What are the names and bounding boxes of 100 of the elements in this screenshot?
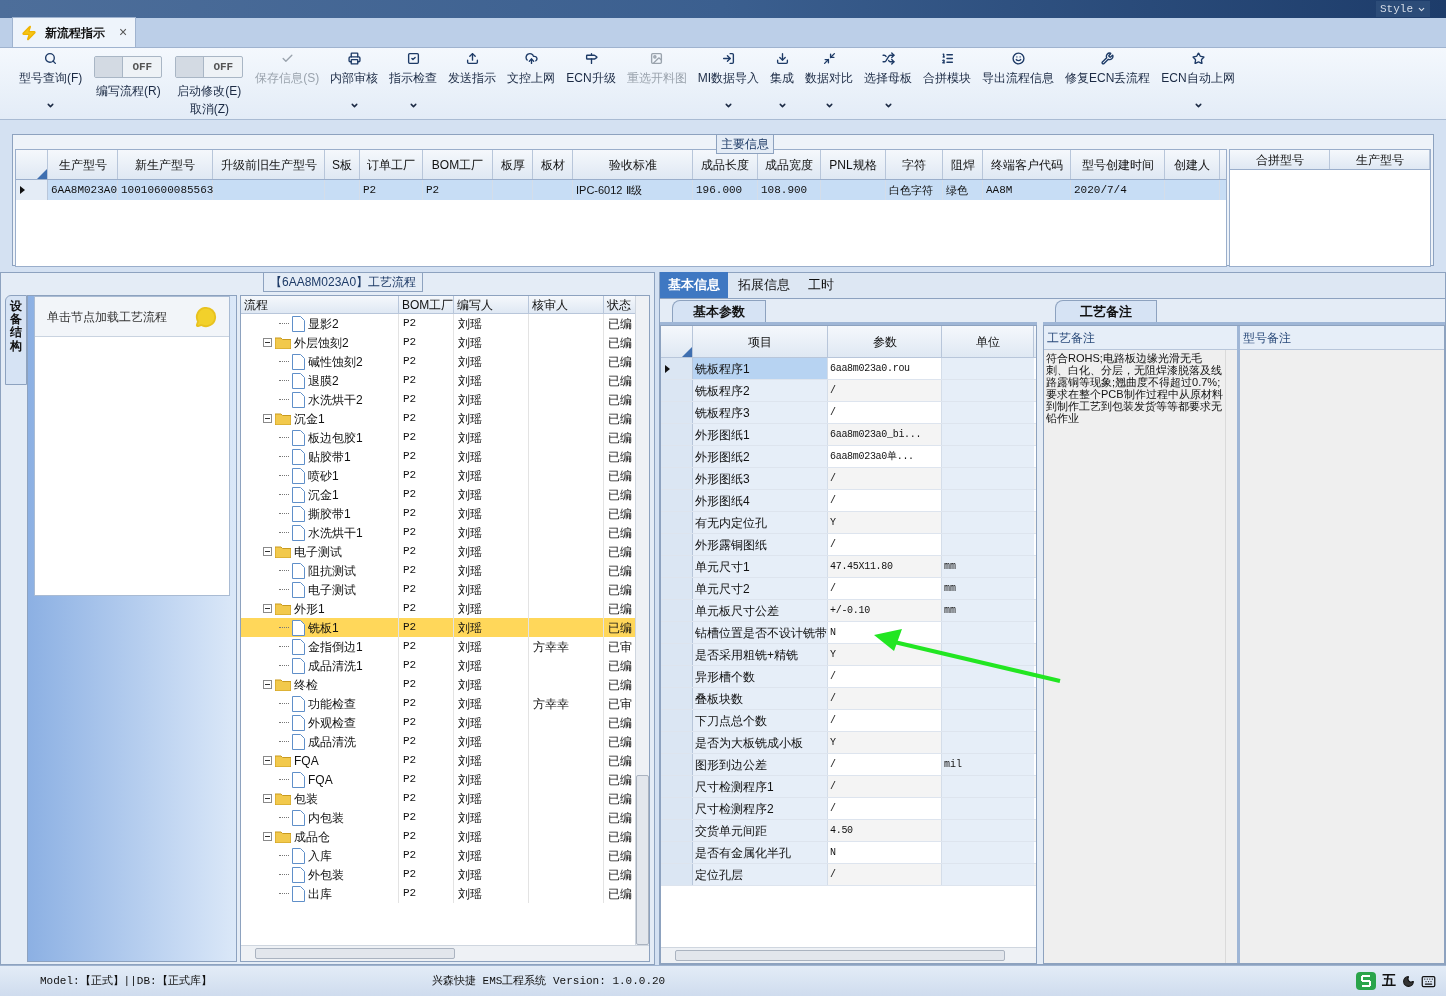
column-header[interactable]: 参数 bbox=[828, 326, 942, 357]
table-cell-text: 刘瑶 bbox=[458, 695, 482, 713]
toolbar-button[interactable]: 内部审核 bbox=[325, 48, 384, 116]
column-header[interactable]: 板材 bbox=[533, 150, 573, 179]
table-cell-text: 已编 bbox=[608, 353, 632, 371]
tree-row[interactable]: 铣板1 P2 刘瑶 已编 bbox=[241, 618, 636, 637]
keyboard-icon[interactable] bbox=[1421, 973, 1436, 989]
column-header[interactable]: 生产型号 bbox=[1330, 150, 1430, 169]
file-icon bbox=[292, 714, 305, 731]
table-row[interactable]: 6AA8M023A0 10010600085563 P2 P2 IPC-6012 Ⅱ级 196.000 108.900 白色字符 绿色 AA8M 2020/7/4 bbox=[16, 180, 1226, 200]
column-header[interactable]: 生产型号 bbox=[48, 150, 118, 179]
param-row[interactable]: 外形图纸3 / bbox=[661, 468, 1036, 490]
column-header[interactable]: 成品宽度 bbox=[758, 150, 821, 179]
table-cell-text: P2 bbox=[403, 544, 417, 560]
toolbar-button[interactable]: ECN升级 bbox=[561, 48, 621, 116]
column-header[interactable]: 终端客户代码 bbox=[983, 150, 1071, 179]
ime-mode[interactable]: 五 bbox=[1382, 970, 1396, 992]
column-header[interactable]: 阻焊 bbox=[943, 150, 983, 179]
column-header[interactable]: 创建人 bbox=[1165, 150, 1220, 179]
param-row[interactable]: 单元尺寸1 47.45X11.80 mm bbox=[661, 556, 1036, 578]
column-header[interactable]: 新生产型号 bbox=[118, 150, 213, 179]
param-row[interactable]: 外形图纸2 6aa8m023a0单... bbox=[661, 446, 1036, 468]
cancel-label[interactable]: 取消(Z) bbox=[189, 100, 229, 118]
folder-icon bbox=[275, 830, 291, 843]
param-row[interactable]: 异形槽个数 / bbox=[661, 666, 1036, 688]
param-row[interactable]: 钻槽位置是否不设计铣带 N bbox=[661, 622, 1036, 644]
param-row[interactable]: 图形到边公差 / mil bbox=[661, 754, 1036, 776]
column-header[interactable]: BOM工厂 bbox=[399, 296, 454, 313]
params-tab[interactable]: 基本参数 bbox=[672, 300, 766, 322]
param-row[interactable]: 交货单元间距 4.50 bbox=[661, 820, 1036, 842]
toolbar-button[interactable]: 数据对比 bbox=[800, 48, 858, 116]
toggle-switch[interactable]: OFF bbox=[94, 56, 163, 78]
column-header[interactable]: 单位 bbox=[942, 326, 1034, 357]
param-row[interactable]: 是否采用粗铣+精铣 Y bbox=[661, 644, 1036, 666]
param-name: 定位孔层 bbox=[695, 866, 743, 884]
horizontal-scrollbar[interactable] bbox=[661, 947, 1036, 963]
vertical-scrollbar[interactable] bbox=[635, 296, 649, 945]
detail-tab[interactable]: 工时 bbox=[800, 272, 842, 298]
param-row[interactable]: 单元尺寸2 / mm bbox=[661, 578, 1036, 600]
param-row[interactable]: 有无内定位孔 Y bbox=[661, 512, 1036, 534]
column-header[interactable]: BOM工厂 bbox=[423, 150, 493, 179]
param-row[interactable]: 铣板程序3 / bbox=[661, 402, 1036, 424]
toolbar-button[interactable]: 发送指示 bbox=[443, 48, 502, 116]
remarks-tab[interactable]: 工艺备注 bbox=[1055, 300, 1157, 322]
toolbar-button[interactable]: ECN自动上网 bbox=[1156, 48, 1240, 116]
column-header[interactable]: 板厚 bbox=[493, 150, 533, 179]
toggle-switch[interactable]: OFF bbox=[175, 56, 244, 78]
column-header[interactable]: 流程 bbox=[241, 296, 399, 313]
column-header[interactable]: PNL规格 bbox=[821, 150, 886, 179]
toolbar-icon bbox=[650, 52, 664, 65]
style-menu[interactable]: Style bbox=[1376, 0, 1430, 18]
table-cell-text: 刘瑶 bbox=[458, 448, 482, 466]
param-row[interactable]: 尺寸检测程序2 / bbox=[661, 798, 1036, 820]
param-row[interactable]: 铣板程序1 6aa8m023a0.rou bbox=[661, 358, 1036, 380]
side-tab[interactable]: 设备结构 bbox=[5, 295, 27, 385]
toolbar-button[interactable]: 选择母板 bbox=[859, 48, 917, 116]
column-header[interactable]: 编写人 bbox=[454, 296, 529, 313]
table-cell-text: 刘瑶 bbox=[458, 486, 482, 504]
column-header[interactable]: 验收标准 bbox=[573, 150, 693, 179]
param-row[interactable]: 是否有金属化半孔 N bbox=[661, 842, 1036, 864]
param-unit: mm bbox=[944, 604, 956, 618]
column-header[interactable]: 订单工厂 bbox=[360, 150, 423, 179]
param-row[interactable]: 铣板程序2 / bbox=[661, 380, 1036, 402]
param-value: / bbox=[830, 538, 836, 552]
toolbar-icon bbox=[44, 52, 58, 65]
table-cell-text: P2 bbox=[403, 487, 417, 503]
param-row[interactable]: 下刀点总个数 / bbox=[661, 710, 1036, 732]
horizontal-scrollbar[interactable] bbox=[241, 945, 649, 961]
toolbar-button[interactable]: 修复ECN丢流程 bbox=[1060, 48, 1156, 116]
column-header[interactable]: 成品长度 bbox=[693, 150, 758, 179]
column-header[interactable]: 核审人 bbox=[529, 296, 604, 313]
document-tab[interactable]: 新流程指示 × bbox=[12, 17, 137, 47]
moon-icon[interactable] bbox=[1402, 974, 1415, 988]
param-row[interactable]: 定位孔层 / bbox=[661, 864, 1036, 886]
param-row[interactable]: 外形图纸1 6aa8m023a0_bi... bbox=[661, 424, 1036, 446]
column-header[interactable]: S板 bbox=[325, 150, 360, 179]
toolbar-button[interactable]: 合拼模块 bbox=[918, 48, 976, 116]
param-name: 异形槽个数 bbox=[695, 668, 755, 686]
table-cell-text: 已编 bbox=[608, 771, 632, 789]
toolbar-button[interactable]: MI数据导入 bbox=[692, 48, 764, 116]
table-cell-text: 已编 bbox=[608, 866, 632, 884]
param-row[interactable]: 是否为大板铣成小板 Y bbox=[661, 732, 1036, 754]
toolbar-button[interactable]: 集成 bbox=[765, 48, 799, 116]
param-row[interactable]: 单元板尺寸公差 +/-0.10 mm bbox=[661, 600, 1036, 622]
param-row[interactable]: 外形露铜图纸 / bbox=[661, 534, 1036, 556]
toolbar-button[interactable]: 文控上网 bbox=[502, 48, 561, 116]
toolbar-button[interactable]: 指示检查 bbox=[384, 48, 443, 116]
column-header[interactable]: 字符 bbox=[886, 150, 943, 179]
toolbar-button[interactable]: 导出流程信息 bbox=[977, 48, 1059, 116]
detail-tab[interactable]: 基本信息 bbox=[660, 272, 728, 298]
column-header[interactable]: 型号创建时间 bbox=[1071, 150, 1165, 179]
param-row[interactable]: 尺寸检测程序1 / bbox=[661, 776, 1036, 798]
column-header[interactable]: 合拼型号 bbox=[1230, 150, 1330, 169]
param-row[interactable]: 叠板块数 / bbox=[661, 688, 1036, 710]
column-header[interactable]: 项目 bbox=[693, 326, 828, 357]
close-button[interactable]: × bbox=[119, 22, 128, 43]
column-header[interactable]: 升级前旧生产型号 bbox=[213, 150, 325, 179]
detail-tab[interactable]: 拓展信息 bbox=[730, 272, 798, 298]
toolbar-button[interactable]: 型号查询(F) bbox=[14, 48, 88, 116]
param-row[interactable]: 外形图纸4 / bbox=[661, 490, 1036, 512]
